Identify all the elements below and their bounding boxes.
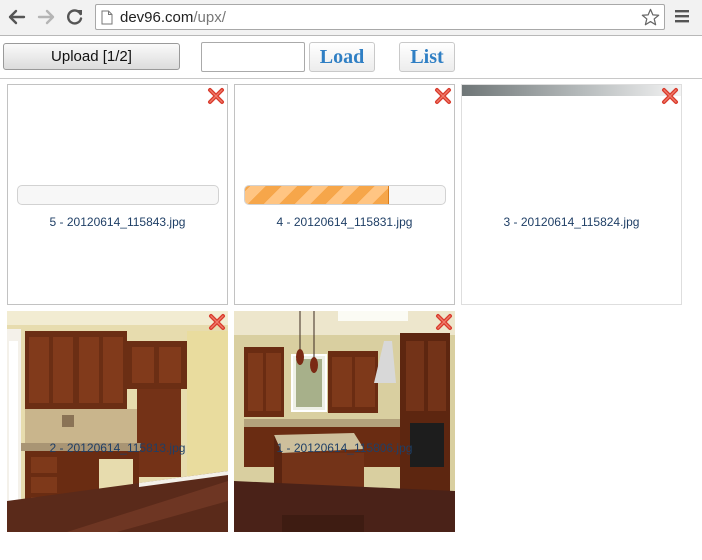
upload-tile: 5 - 20120614_115843.jpg	[7, 84, 228, 305]
close-icon[interactable]	[208, 313, 226, 331]
toolbar-divider	[0, 78, 702, 79]
close-icon[interactable]	[207, 87, 225, 105]
address-bar[interactable]: dev96.com/upx/	[95, 4, 665, 30]
file-name: 4 - 20120614_115831.jpg	[276, 215, 413, 229]
reload-icon	[67, 9, 83, 25]
partial-image-strip	[462, 85, 681, 96]
reload-button[interactable]	[64, 5, 86, 29]
image-tile: 2 - 20120614_115813.jpg	[7, 311, 228, 532]
file-name: 3 - 20120614_115824.jpg	[503, 215, 640, 229]
close-icon[interactable]	[434, 87, 452, 105]
kitchen-island-photo	[234, 311, 455, 532]
upload-toolbar: Upload [1/2] Load List	[0, 36, 702, 78]
file-name: 5 - 20120614_115843.jpg	[49, 215, 186, 229]
hamburger-menu-icon[interactable]	[674, 8, 690, 24]
forward-button[interactable]	[35, 5, 57, 29]
url-path: /upx/	[193, 9, 226, 26]
upload-tile: 3 - 20120614_115824.jpg	[461, 84, 682, 305]
image-tile: 1 - 20120614_115806.jpg	[234, 311, 455, 532]
file-name: 2 - 20120614_115813.jpg	[49, 441, 186, 455]
url-text: dev96.com/upx/	[120, 9, 226, 26]
page-icon	[101, 10, 113, 25]
progress-fill	[245, 186, 389, 204]
browser-toolbar: dev96.com/upx/	[0, 0, 702, 36]
close-icon[interactable]	[435, 313, 453, 331]
upload-progress-bar	[244, 185, 446, 205]
close-icon[interactable]	[661, 87, 679, 105]
load-input[interactable]	[201, 42, 305, 72]
kitchen-cabinets-photo	[7, 311, 228, 532]
upload-progress-bar	[17, 185, 219, 205]
file-name: 1 - 20120614_115806.jpg	[276, 441, 413, 455]
back-button[interactable]	[6, 5, 28, 29]
url-host: dev96.com	[120, 9, 194, 26]
back-arrow-icon	[8, 9, 26, 25]
upload-button[interactable]: Upload [1/2]	[3, 43, 180, 70]
upload-tile: 4 - 20120614_115831.jpg	[234, 84, 455, 305]
list-button[interactable]: List	[399, 42, 455, 72]
star-icon[interactable]	[641, 8, 660, 27]
load-button[interactable]: Load	[309, 42, 375, 72]
forward-arrow-icon	[37, 9, 55, 25]
